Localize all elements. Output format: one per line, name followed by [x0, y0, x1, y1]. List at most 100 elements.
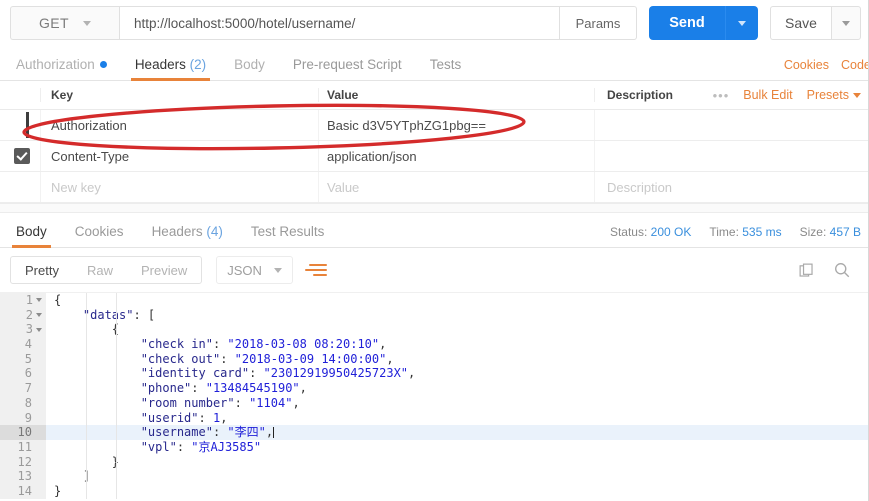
line-number: 5 [0, 351, 46, 367]
tab-response-cookies[interactable]: Cookies [61, 224, 138, 247]
code-line: 3 { [0, 322, 869, 338]
header-col-description: Description [594, 88, 713, 102]
row-key-text: Content-Type [51, 148, 130, 164]
row-value-input[interactable]: Basic d3V5YTphZG1pbg== [318, 110, 594, 140]
send-options-button[interactable] [725, 6, 758, 40]
row-description-input[interactable] [594, 110, 869, 140]
indent-guide [116, 293, 117, 499]
view-mode-pretty[interactable]: Pretty [11, 257, 73, 283]
line-number: 11 [0, 439, 46, 455]
code-text: } [46, 455, 119, 470]
drag-handle[interactable] [26, 112, 29, 138]
tab-body-label: Body [234, 57, 265, 72]
response-body-toolbar: Pretty Raw Preview JSON [0, 248, 869, 292]
more-options-icon[interactable]: ••• [713, 88, 730, 103]
new-value-placeholder: Value [327, 179, 360, 195]
send-button[interactable]: Send [649, 6, 725, 40]
new-description-input[interactable]: Description [594, 172, 869, 202]
code-text: ] [46, 469, 90, 484]
new-key-placeholder: New key [51, 179, 101, 195]
save-button-group: Save [770, 6, 861, 40]
tab-pre-request-script[interactable]: Pre-request Script [279, 57, 416, 80]
tab-tests[interactable]: Tests [416, 57, 476, 80]
header-col-value: Value [318, 88, 594, 102]
send-button-group: Send [649, 6, 758, 40]
code-line: 5 "check out": "2018-03-09 14:00:00", [0, 351, 869, 367]
row-value-input[interactable]: application/json [318, 141, 594, 171]
line-number: 10 [0, 425, 46, 440]
tab-response-headers[interactable]: Headers (4) [138, 224, 237, 247]
code-text: "check out": "2018-03-09 14:00:00", [140, 351, 394, 366]
code-text: "room number": "1104", [140, 395, 300, 410]
new-value-input[interactable]: Value [318, 172, 594, 202]
params-button[interactable]: Params [560, 6, 637, 40]
cookies-link[interactable]: Cookies [784, 58, 829, 72]
presets-label: Presets [806, 88, 849, 102]
chevron-down-icon [853, 92, 861, 98]
row-key-input[interactable]: Authorization [40, 110, 318, 140]
fold-arrow-icon[interactable] [36, 327, 42, 332]
line-number: 4 [0, 337, 46, 352]
save-button[interactable]: Save [770, 6, 831, 40]
unsaved-dot-icon [99, 61, 107, 68]
fold-arrow-icon[interactable] [36, 313, 42, 318]
tab-body[interactable]: Body [220, 57, 279, 80]
chevron-down-icon [82, 20, 91, 26]
chevron-down-icon [842, 20, 850, 26]
view-mode-preview[interactable]: Preview [127, 257, 201, 283]
code-text: "username": "李四", [140, 425, 275, 440]
response-body-code[interactable]: 1{2 "datas": [3 {4 "check in": "2018-03-… [0, 292, 869, 499]
tab-headers-label: Headers [134, 57, 186, 72]
tab-test-results-label: Test Results [250, 224, 325, 239]
save-label: Save [785, 15, 817, 31]
line-number: 9 [0, 410, 46, 426]
size-group: Size: 457 B [800, 225, 861, 239]
size-value: 457 B [829, 225, 861, 239]
status-label: Status: [609, 225, 648, 239]
params-label: Params [575, 15, 621, 31]
header-col-key: Key [40, 88, 318, 102]
presets-button[interactable]: Presets [807, 88, 861, 102]
tab-response-body[interactable]: Body [2, 224, 61, 248]
view-mode-raw[interactable]: Raw [73, 257, 127, 283]
tab-response-headers-label: Headers [151, 224, 203, 239]
table-row-new[interactable]: New key Value Description [0, 172, 869, 203]
copy-icon[interactable] [798, 262, 815, 279]
new-description-placeholder: Description [607, 179, 673, 195]
row-checkbox-cell [0, 148, 40, 164]
row-handle-cell [0, 112, 40, 138]
postman-window: GET http://localhost:5000/hotel/username… [0, 0, 869, 501]
response-tabs: Body Cookies Headers (4) Test Results St… [0, 213, 869, 248]
word-wrap-icon[interactable] [304, 259, 331, 281]
fold-arrow-icon[interactable] [36, 298, 42, 303]
tab-response-body-label: Body [16, 224, 47, 239]
bulk-edit-button[interactable]: Bulk Edit [743, 88, 792, 102]
format-dropdown[interactable]: JSON [216, 256, 293, 284]
code-link[interactable]: Code [841, 58, 869, 72]
url-input[interactable]: http://localhost:5000/hotel/username/ [119, 6, 560, 40]
row-key-input[interactable]: Content-Type [40, 141, 318, 171]
http-method-dropdown[interactable]: GET [10, 6, 119, 40]
code-text: } [54, 483, 62, 498]
table-row[interactable]: Content-Type application/json [0, 141, 869, 172]
code-line: 13 ] [0, 469, 869, 484]
time-label: Time: [709, 225, 739, 239]
line-number: 12 [0, 454, 46, 470]
tab-authorization[interactable]: Authorization [2, 57, 121, 80]
send-label: Send [669, 15, 705, 31]
status-group: Status: 200 OK [610, 225, 691, 239]
code-text: "vpl": "京AJ3585" [140, 439, 262, 454]
line-number: 6 [0, 366, 46, 382]
format-label: JSON [227, 262, 262, 278]
save-options-button[interactable] [831, 6, 861, 40]
search-icon[interactable] [833, 261, 851, 279]
line-number: 2 [0, 307, 46, 323]
tab-test-results[interactable]: Test Results [237, 224, 339, 247]
row-description-input[interactable] [594, 141, 869, 171]
chevron-down-icon [273, 267, 282, 273]
text-cursor [273, 427, 275, 439]
tab-headers[interactable]: Headers (2) [121, 57, 220, 81]
row-enabled-checkbox[interactable] [14, 148, 30, 164]
new-key-input[interactable]: New key [40, 172, 318, 202]
table-row[interactable]: Authorization Basic d3V5YTphZG1pbg== [0, 110, 869, 141]
